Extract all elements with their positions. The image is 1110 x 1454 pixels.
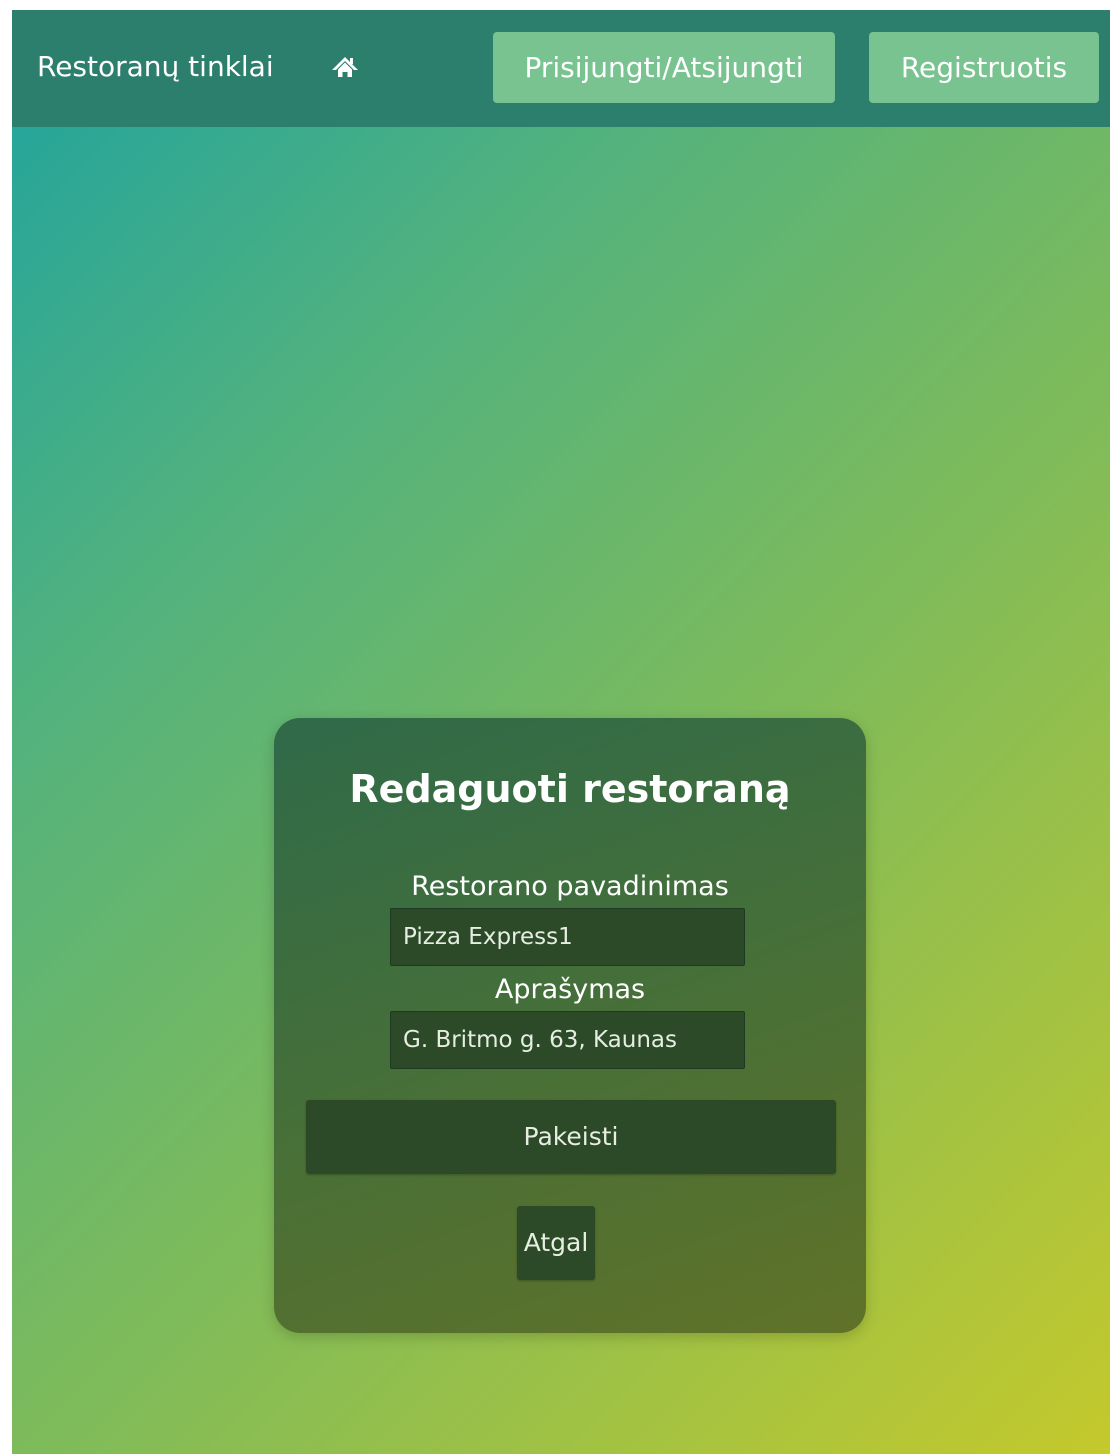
brand-link[interactable]: Restoranų tinklai — [37, 50, 274, 84]
back-button[interactable]: Atgal — [517, 1206, 595, 1280]
form-title: Redaguoti restoraną — [349, 767, 791, 811]
page-background: Restoranų tinklai Prisijungti/Atsijungti… — [12, 10, 1110, 1454]
login-logout-button[interactable]: Prisijungti/Atsijungti — [493, 32, 835, 103]
description-input[interactable] — [390, 1011, 745, 1069]
home-icon[interactable] — [330, 52, 360, 82]
navbar: Restoranų tinklai Prisijungti/Atsijungti… — [12, 10, 1110, 127]
restaurant-name-input[interactable] — [390, 908, 745, 966]
edit-restaurant-card: Redaguoti restoraną Restorano pavadinima… — [274, 718, 866, 1333]
home-icon-graphic — [332, 57, 358, 77]
register-button[interactable]: Registruotis — [869, 32, 1099, 103]
restaurant-name-label: Restorano pavadinimas — [411, 871, 729, 902]
submit-change-button[interactable]: Pakeisti — [306, 1100, 836, 1174]
description-label: Aprašymas — [494, 974, 646, 1005]
